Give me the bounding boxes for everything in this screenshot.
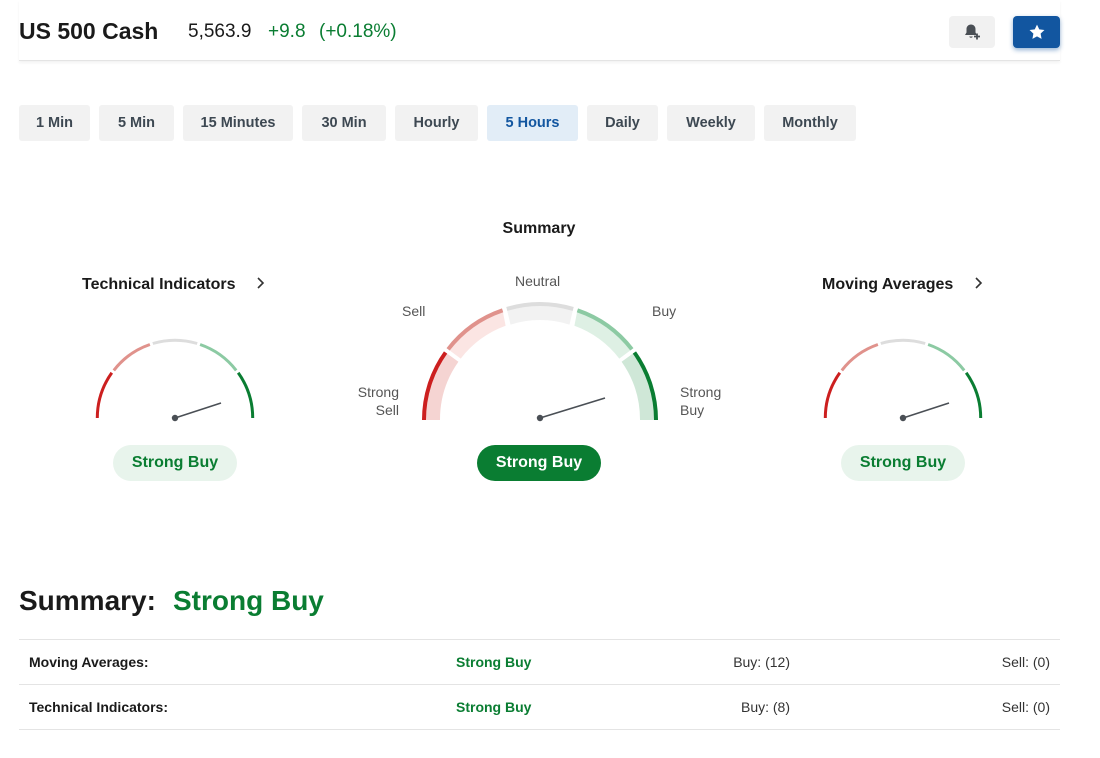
- row-sell-count: Sell: (0): [1001, 699, 1050, 715]
- summary-heading-value: Strong Buy: [173, 585, 324, 616]
- bell-plus-icon: [965, 24, 980, 40]
- tab-hourly[interactable]: Hourly: [395, 105, 478, 141]
- summary-table: Moving Averages: Strong Buy Buy: (12) Se…: [19, 639, 1060, 730]
- moving-averages-result: Strong Buy: [841, 445, 965, 481]
- tab-15-minutes[interactable]: 15 Minutes: [183, 105, 293, 141]
- chevron-right-icon[interactable]: [974, 276, 984, 295]
- summary-gauge-result: Strong Buy: [477, 445, 601, 481]
- technical-indicators-result: Strong Buy: [113, 445, 237, 481]
- technical-indicators-gauge: [95, 338, 255, 422]
- price-change: +9.8: [268, 21, 306, 42]
- row-label: Technical Indicators:: [29, 699, 168, 715]
- technical-indicators-title[interactable]: Technical Indicators: [82, 276, 236, 294]
- tab-1-min[interactable]: 1 Min: [19, 105, 90, 141]
- chevron-right-icon[interactable]: [256, 276, 266, 295]
- tab-daily[interactable]: Daily: [587, 105, 658, 141]
- tab-weekly[interactable]: Weekly: [667, 105, 755, 141]
- last-price: 5,563.9: [188, 21, 252, 42]
- gauge-label-strong-sell: Strong Sell: [357, 384, 399, 418]
- tab-5-hours[interactable]: 5 Hours: [487, 105, 578, 141]
- moving-averages-gauge: [823, 338, 983, 422]
- row-value: Strong Buy: [456, 654, 532, 670]
- tab-30-min[interactable]: 30 Min: [302, 105, 386, 141]
- row-label: Moving Averages:: [29, 654, 149, 670]
- tab-monthly[interactable]: Monthly: [764, 105, 856, 141]
- table-row: Moving Averages: Strong Buy Buy: (12) Se…: [19, 640, 1060, 685]
- summary-gauge: [421, 302, 659, 422]
- gauge-label-neutral: Neutral: [515, 273, 561, 289]
- tab-5-min[interactable]: 5 Min: [99, 105, 174, 141]
- row-value: Strong Buy: [456, 699, 532, 715]
- summary-gauge-title: Summary: [502, 220, 576, 237]
- instrument-title: US 500 Cash: [19, 18, 159, 44]
- price-change-percent: (+0.18%): [319, 21, 397, 42]
- summary-heading: Summary:: [19, 585, 156, 616]
- row-buy-count: Buy: (8): [740, 699, 790, 715]
- instrument-header: US 500 Cash 5,563.9 +9.8 (+0.18%): [19, 0, 1060, 61]
- add-to-watchlist-button[interactable]: [1013, 16, 1060, 48]
- create-alert-button[interactable]: [949, 16, 995, 48]
- gauge-label-strong-buy: Strong Buy: [680, 384, 722, 418]
- table-row: Technical Indicators: Strong Buy Buy: (8…: [19, 685, 1060, 730]
- row-sell-count: Sell: (0): [1001, 654, 1050, 670]
- star-icon: [1029, 24, 1044, 39]
- row-buy-count: Buy: (12): [733, 654, 790, 670]
- moving-averages-title[interactable]: Moving Averages: [822, 276, 953, 294]
